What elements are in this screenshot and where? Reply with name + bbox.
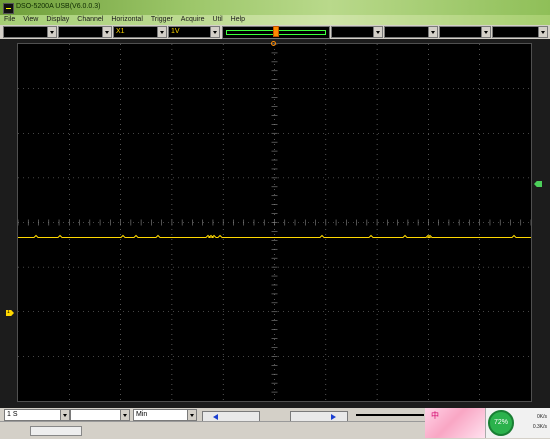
time-div-select[interactable]: 1 S	[4, 409, 70, 421]
trigger-source-select[interactable]	[331, 26, 383, 38]
trigger-slope-select[interactable]	[439, 26, 491, 38]
trigger-position-marker[interactable]	[271, 41, 276, 46]
menu-bar: File View Display Channel Horizontal Tri…	[0, 15, 550, 25]
menu-horizontal[interactable]: Horizontal	[107, 15, 147, 25]
title-bar: DSO-5200A USB(V6.0.0.3)	[0, 0, 550, 15]
horizontal-position-bar[interactable]	[222, 26, 330, 39]
network-percent: 72%	[493, 419, 508, 426]
menu-trigger[interactable]: Trigger	[147, 15, 177, 25]
volts-div-value: 1V	[171, 28, 180, 35]
chevron-down-icon	[428, 27, 437, 37]
trigger-position-handle[interactable]	[273, 26, 279, 37]
ch1-trace	[18, 234, 531, 238]
chevron-down-icon	[373, 27, 382, 37]
chevron-down-icon	[157, 27, 166, 37]
chevron-down-icon	[47, 27, 56, 37]
volts-div-select[interactable]: 1V	[168, 26, 220, 38]
app-icon	[3, 3, 14, 14]
ad-banner[interactable]: 中	[425, 408, 485, 438]
control-bar: X1 1V	[0, 25, 550, 39]
menu-util[interactable]: Util	[209, 15, 227, 25]
oscilloscope-screen[interactable]	[17, 43, 532, 402]
menu-channel[interactable]: Channel	[73, 15, 107, 25]
waveform-display	[18, 44, 531, 401]
chevron-down-icon	[538, 27, 547, 37]
double-right-arrow-icon	[331, 414, 336, 420]
chevron-down-icon	[60, 410, 69, 420]
menu-view[interactable]: View	[19, 15, 42, 25]
record-slider[interactable]	[356, 414, 424, 416]
bottom-bar: 1 S Min 中 72% 0K/s 0.3K/s	[0, 408, 550, 439]
network-widget: 72% 0K/s 0.3K/s	[485, 408, 550, 438]
window-title: DSO-5200A USB(V6.0.0.3)	[16, 3, 101, 10]
menu-acquire[interactable]: Acquire	[177, 15, 209, 25]
time-div-value: 1 S	[7, 411, 18, 418]
time-unit-value: Min	[136, 411, 148, 418]
chevron-down-icon	[120, 410, 129, 420]
channel-select[interactable]	[3, 26, 57, 38]
chevron-down-icon	[481, 27, 490, 37]
ad-text: 中	[431, 411, 439, 420]
time-unit-select[interactable]: Min	[133, 409, 197, 421]
probe-value: X1	[116, 28, 125, 35]
upload-speed: 0.3K/s	[532, 424, 547, 430]
menu-file[interactable]: File	[0, 15, 19, 25]
menu-help[interactable]: Help	[227, 15, 249, 25]
download-speed: 0K/s	[536, 414, 547, 420]
menu-display[interactable]: Display	[42, 15, 73, 25]
chevron-down-icon	[210, 27, 219, 37]
double-left-arrow-icon	[213, 414, 218, 420]
network-percent-gauge: 72%	[488, 410, 514, 436]
chevron-down-icon	[102, 27, 111, 37]
chevron-down-icon	[187, 410, 196, 420]
mini-scrollbar[interactable]	[30, 426, 82, 436]
trigger-mode-select[interactable]	[384, 26, 438, 38]
blank-select[interactable]	[70, 409, 130, 421]
probe-select[interactable]: X1	[113, 26, 167, 38]
coupling-select[interactable]	[58, 26, 112, 38]
acquire-mode-select[interactable]	[492, 26, 548, 38]
